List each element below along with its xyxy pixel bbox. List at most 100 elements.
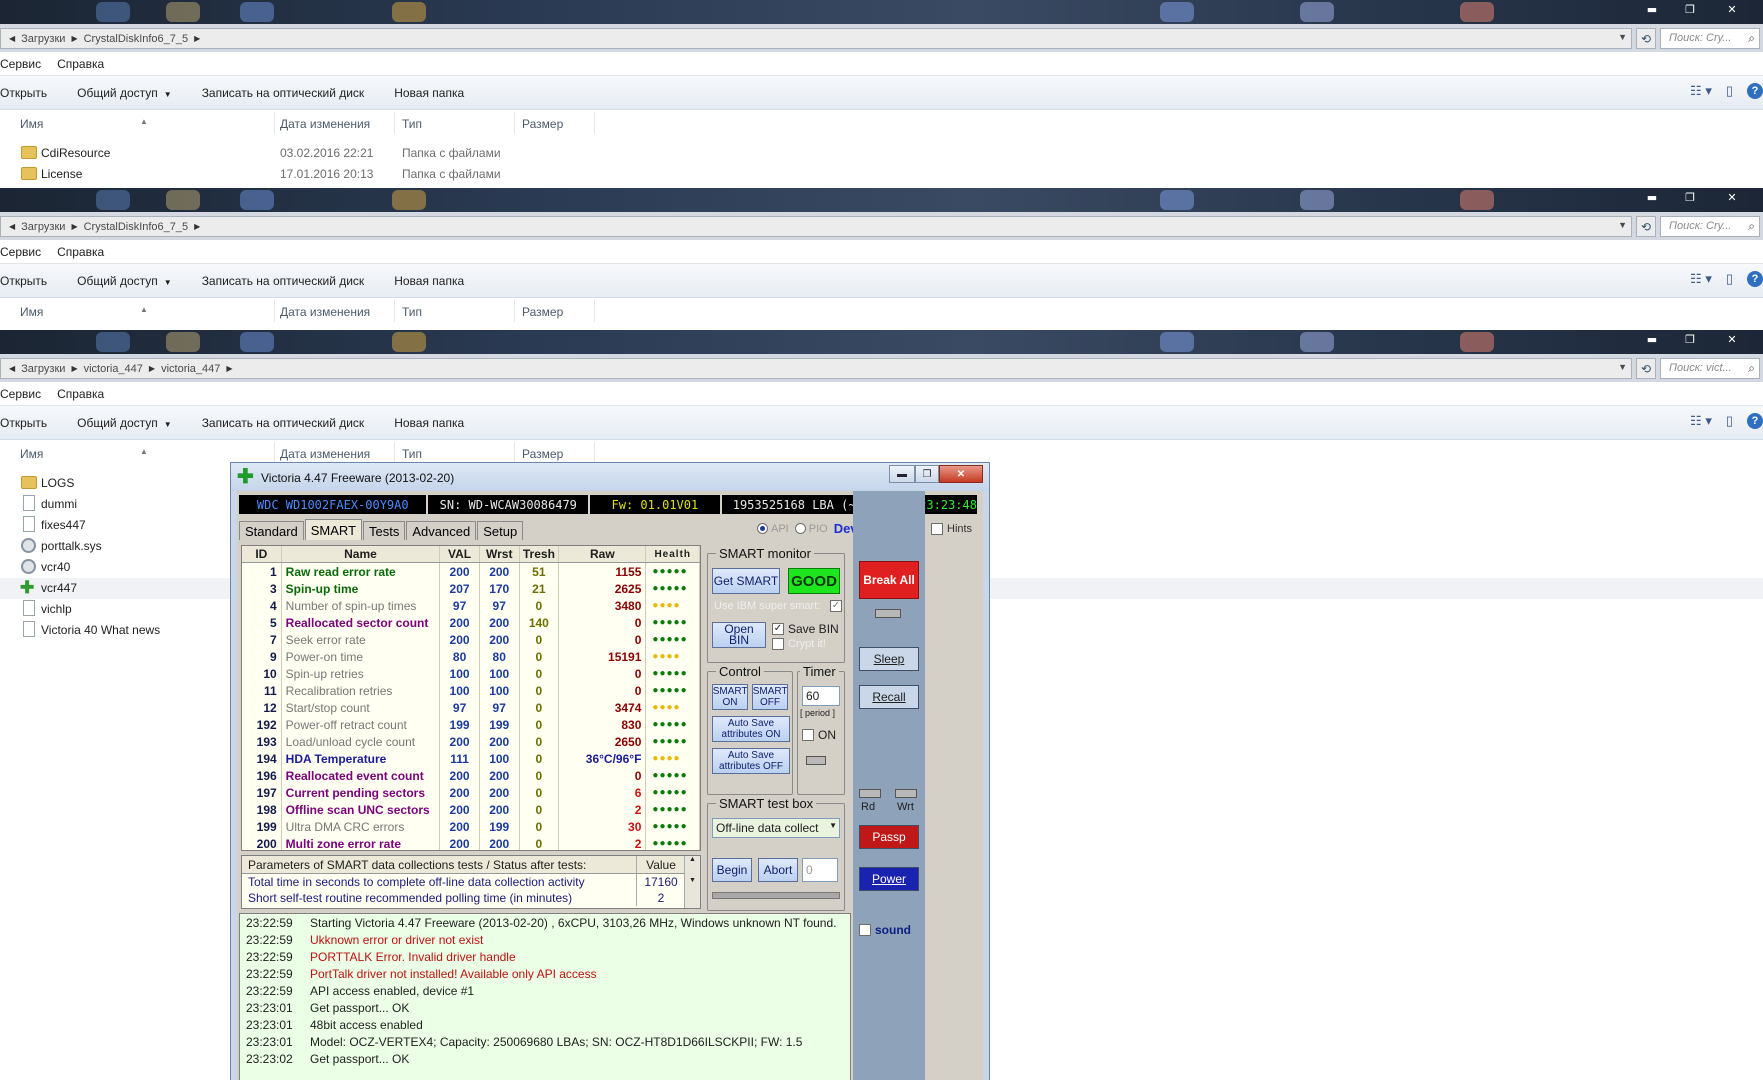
- burn-button[interactable]: Записать на оптический диск: [202, 274, 365, 288]
- tab-setup[interactable]: Setup: [477, 521, 524, 540]
- preview-pane-icon[interactable]: ▯: [1726, 271, 1733, 287]
- begin-button[interactable]: Begin: [712, 858, 752, 882]
- minimize-button[interactable]: ▬: [1633, 330, 1671, 348]
- tab-tests[interactable]: Tests: [363, 521, 406, 540]
- recall-button[interactable]: Recall: [859, 685, 919, 709]
- minimize-button[interactable]: ▬: [889, 465, 915, 483]
- smart-row[interactable]: 196 Reallocated event count 200 200 0 0 ●●●●●: [242, 767, 700, 784]
- menu-help[interactable]: Справка: [57, 245, 104, 259]
- close-button[interactable]: ✕: [1709, 330, 1755, 348]
- smart-off-button[interactable]: SMART OFF: [752, 684, 788, 710]
- share-button[interactable]: Общий доступ ▼: [77, 86, 172, 100]
- break-all-button[interactable]: Break All: [859, 561, 919, 599]
- smart-row[interactable]: 198 Offline scan UNC sectors 200 200 0 2 ●●●●●: [242, 801, 700, 818]
- chevron-down-icon[interactable]: ▼: [1618, 32, 1627, 42]
- smart-row[interactable]: 11 Recalibration retries 100 100 0 0 ●●●●●: [242, 682, 700, 699]
- smart-row[interactable]: 1 Raw read error rate 200 200 51 1155 ●●●●●: [242, 563, 700, 580]
- view-options-icon[interactable]: ☷ ▾: [1690, 271, 1712, 287]
- column-date[interactable]: Дата изменения: [280, 305, 370, 319]
- preview-pane-icon[interactable]: ▯: [1726, 83, 1733, 99]
- test-type-select[interactable]: Off-line data collect ▼: [712, 818, 840, 838]
- auto-save-off-button[interactable]: Auto Save attributes OFF: [712, 748, 790, 774]
- col-val[interactable]: VAL: [440, 546, 480, 562]
- new-folder-button[interactable]: Новая папка: [394, 86, 464, 100]
- column-type[interactable]: Тип: [402, 117, 422, 131]
- close-button[interactable]: ✕: [939, 465, 983, 483]
- menu-service[interactable]: Сервис: [0, 387, 41, 401]
- close-button[interactable]: ✕: [1709, 0, 1755, 18]
- tab-smart[interactable]: SMART: [304, 519, 363, 540]
- column-size[interactable]: Размер: [522, 305, 563, 319]
- smart-row[interactable]: 194 HDA Temperature 111 100 0 36°C/96°F ●●●●: [242, 750, 700, 767]
- file-row[interactable]: CdiResource 03.02.2016 22:21 Папка с фай…: [0, 143, 1763, 164]
- breadcrumb-item[interactable]: Загрузки: [21, 363, 65, 375]
- menu-help[interactable]: Справка: [57, 57, 104, 71]
- smart-row[interactable]: 10 Spin-up retries 100 100 0 0 ●●●●●: [242, 665, 700, 682]
- column-type[interactable]: Тип: [402, 305, 422, 319]
- auto-save-on-button[interactable]: Auto Save attributes ON: [712, 716, 790, 742]
- smart-row[interactable]: 7 Seek error rate 200 200 0 0 ●●●●●: [242, 631, 700, 648]
- column-name[interactable]: Имя: [20, 117, 43, 131]
- hints-checkbox[interactable]: Hints: [931, 523, 972, 535]
- timer-on-checkbox[interactable]: ON: [802, 728, 836, 742]
- tab-advanced[interactable]: Advanced: [406, 521, 477, 540]
- open-bin-button[interactable]: Open BIN: [712, 622, 766, 648]
- pio-radio[interactable]: [794, 523, 806, 534]
- breadcrumb-item[interactable]: victoria_447: [161, 363, 220, 375]
- maximize-button[interactable]: ❐: [1671, 188, 1709, 206]
- new-folder-button[interactable]: Новая папка: [394, 274, 464, 288]
- menu-service[interactable]: Сервис: [0, 57, 41, 71]
- smart-row[interactable]: 5 Reallocated sector count 200 200 140 0 ●●●●●: [242, 614, 700, 631]
- passp-button[interactable]: Passp: [859, 825, 919, 849]
- timer-period-input[interactable]: 60: [802, 686, 840, 706]
- column-name[interactable]: Имя: [20, 305, 43, 319]
- share-button[interactable]: Общий доступ ▼: [77, 416, 172, 430]
- abort-button[interactable]: Abort: [758, 858, 798, 882]
- smart-row[interactable]: 199 Ultra DMA CRC errors 200 199 0 30 ●●●●●: [242, 818, 700, 835]
- chevron-down-icon[interactable]: ▼: [1618, 220, 1627, 230]
- menu-help[interactable]: Справка: [57, 387, 104, 401]
- log-pane[interactable]: 23:22:59 Starting Victoria 4.47 Freeware …: [239, 913, 851, 1080]
- maximize-button[interactable]: ❐: [1671, 330, 1709, 348]
- refresh-button[interactable]: ⟲: [1636, 216, 1656, 237]
- col-id[interactable]: ID: [242, 546, 282, 562]
- get-smart-button[interactable]: Get SMART: [712, 568, 780, 594]
- share-button[interactable]: Общий доступ ▼: [77, 274, 172, 288]
- col-tresh[interactable]: Tresh: [520, 546, 560, 562]
- file-row[interactable]: License 17.01.2016 20:13 Папка с файлами: [0, 164, 1763, 185]
- smart-row[interactable]: 192 Power-off retract count 199 199 0 830 ●●●●…: [242, 716, 700, 733]
- col-health[interactable]: Health: [646, 546, 700, 562]
- chevron-down-icon[interactable]: ▼: [1618, 362, 1627, 372]
- col-wrst[interactable]: Wrst: [480, 546, 520, 562]
- breadcrumb-item[interactable]: CrystalDiskInfo6_7_5: [84, 221, 189, 233]
- open-button[interactable]: Открыть: [0, 86, 47, 100]
- column-size[interactable]: Размер: [522, 447, 563, 461]
- params-scrollbar[interactable]: ▲ ▼: [684, 856, 700, 908]
- address-bar[interactable]: ◀ Загрузки ▶ CrystalDiskInfo6_7_5 ▶ ▼: [0, 28, 1632, 49]
- open-button[interactable]: Открыть: [0, 274, 47, 288]
- smart-row[interactable]: 197 Current pending sectors 200 200 0 6 ●●●●●: [242, 784, 700, 801]
- smart-row[interactable]: 9 Power-on time 80 80 0 15191 ●●●●: [242, 648, 700, 665]
- refresh-button[interactable]: ⟲: [1636, 28, 1656, 49]
- crypt-checkbox[interactable]: Crypt it!: [772, 638, 826, 650]
- column-date[interactable]: Дата изменения: [280, 447, 370, 461]
- preview-pane-icon[interactable]: ▯: [1726, 413, 1733, 429]
- minimize-button[interactable]: ▬: [1633, 0, 1671, 18]
- help-icon[interactable]: ?: [1747, 271, 1763, 287]
- smart-row[interactable]: 200 Multi zone error rate 200 200 0 2 ●●●●●: [242, 835, 700, 850]
- power-button[interactable]: Power: [859, 867, 919, 891]
- search-input[interactable]: Поиск: vict... ⌕: [1660, 358, 1760, 379]
- new-folder-button[interactable]: Новая папка: [394, 416, 464, 430]
- refresh-button[interactable]: ⟲: [1636, 358, 1656, 379]
- save-bin-checkbox[interactable]: ✓ Save BIN: [772, 622, 839, 636]
- api-radio[interactable]: [757, 523, 768, 534]
- smart-row[interactable]: 193 Load/unload cycle count 200 200 0 2650 ●●●…: [242, 733, 700, 750]
- maximize-button[interactable]: ❐: [915, 465, 939, 483]
- breadcrumb-item[interactable]: victoria_447: [84, 363, 143, 375]
- search-input[interactable]: Поиск: Cry... ⌕: [1660, 216, 1760, 237]
- help-icon[interactable]: ?: [1747, 413, 1763, 429]
- address-bar[interactable]: ◀ Загрузки ▶ CrystalDiskInfo6_7_5 ▶ ▼: [0, 216, 1632, 237]
- burn-button[interactable]: Записать на оптический диск: [202, 416, 365, 430]
- maximize-button[interactable]: ❐: [1671, 0, 1709, 18]
- close-button[interactable]: ✕: [1709, 188, 1755, 206]
